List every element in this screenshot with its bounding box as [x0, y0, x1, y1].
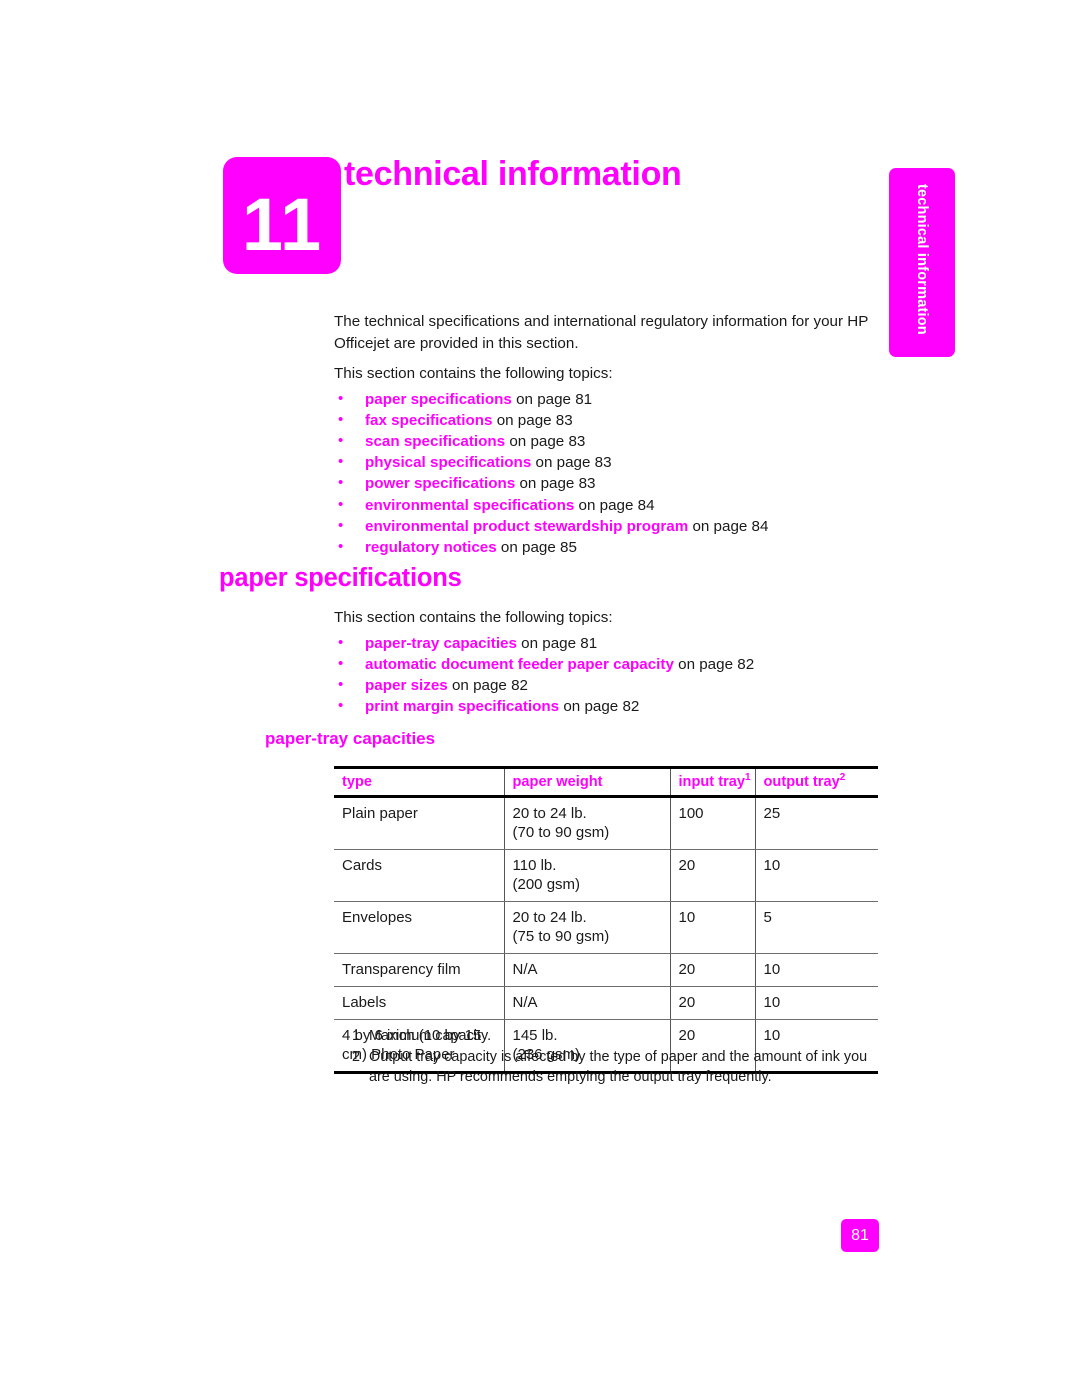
chapter-topics-lead: This section contains the following topi… — [334, 365, 613, 382]
table-row: Transparency film N/A 20 10 — [334, 953, 878, 987]
cell-input-tray: 100 — [670, 796, 756, 850]
list-item[interactable]: paper specifications on page 81 — [334, 387, 890, 410]
cell-output-tray: 10 — [755, 986, 878, 1020]
chapter-topic-page-ref: on page 84 — [688, 517, 769, 535]
footnote: 2 Output tray capacity is affected by the… — [352, 1047, 882, 1087]
section-topic-page-ref: on page 82 — [447, 676, 528, 694]
table-footnotes: 1 Maximum capacity. 2 Output tray capacity … — [352, 1026, 882, 1088]
chapter-topic-page-ref: on page 83 — [515, 475, 596, 493]
cell-type: Transparency film — [334, 953, 505, 987]
footnote-number: 2 — [352, 1049, 361, 1065]
chapter-intro: The technical specifications and interna… — [334, 311, 890, 558]
chapter-topic-link[interactable]: physical specifications — [365, 454, 531, 471]
cell-output-tray: 25 — [755, 796, 878, 850]
chapter-topic-page-ref: on page 83 — [505, 432, 586, 450]
footnote-number: 1 — [352, 1028, 361, 1044]
page-number-label: 81 — [851, 1226, 869, 1244]
footnote-text: Maximum capacity. — [369, 1028, 492, 1044]
cell-type: Cards — [334, 849, 505, 902]
section-intro: This section contains the following topi… — [334, 607, 890, 717]
cell-output-tray: 10 — [755, 953, 878, 987]
chapter-topic-link[interactable]: fax specifications — [365, 412, 492, 429]
chapter-topic-link[interactable]: power specifications — [365, 475, 515, 492]
cell-input-tray: 20 — [670, 953, 756, 987]
chapter-topic-page-ref: on page 81 — [511, 390, 593, 408]
table-row: Plain paper 20 to 24 lb. (70 to 90 gsm) 10… — [334, 796, 878, 850]
list-item[interactable]: paper sizes on page 82 — [334, 674, 890, 696]
list-item[interactable]: environmental specifications on page 84 — [334, 494, 890, 516]
chapter-topic-link[interactable]: regulatory notices — [365, 539, 497, 556]
section-topic-link[interactable]: print margin specifications — [365, 698, 559, 715]
cell-output-tray: 10 — [755, 849, 878, 902]
chapter-number: 11 — [241, 182, 323, 266]
footnote-text: Output tray capacity is affected by the … — [369, 1049, 868, 1085]
cell-paper-weight: N/A — [504, 986, 671, 1020]
table-header-row: type paper weight input tray1 output tray2 — [334, 766, 878, 798]
cell-paper-weight: 110 lb. (200 gsm) — [504, 849, 671, 902]
side-tab: technical information — [889, 168, 955, 357]
side-tab-label: technical information — [914, 184, 930, 335]
table-row: Envelopes 20 to 24 lb. (75 to 90 gsm) 10 5 — [334, 901, 878, 954]
section-topic-list: paper-tray capacities on page 81automati… — [334, 631, 890, 718]
intro-paragraph: The technical specifications and interna… — [334, 313, 869, 352]
chapter-topic-page-ref: on page 83 — [492, 411, 573, 429]
cell-type: Plain paper — [334, 796, 505, 850]
chapter-topic-page-ref: on page 84 — [574, 496, 655, 514]
list-item[interactable]: scan specifications on page 83 — [334, 430, 890, 452]
footnote: 1 Maximum capacity. — [352, 1026, 882, 1046]
table-column-header: input tray1 — [670, 766, 756, 798]
table-column-header: output tray2 — [755, 766, 878, 798]
chapter-topic-link[interactable]: paper specifications — [365, 391, 512, 408]
list-item[interactable]: physical specifications on page 83 — [334, 451, 890, 473]
cell-input-tray: 10 — [670, 901, 756, 954]
footnote-marker: 2 — [839, 772, 846, 784]
list-item[interactable]: regulatory notices on page 85 — [334, 536, 890, 558]
chapter-number-badge: 11 — [223, 157, 341, 274]
chapter-topic-link[interactable]: environmental specifications — [365, 497, 574, 514]
cell-input-tray: 20 — [670, 986, 756, 1020]
list-item[interactable]: power specifications on page 83 — [334, 472, 890, 494]
section-topic-link[interactable]: paper sizes — [365, 677, 448, 694]
list-item[interactable]: paper-tray capacities on page 81 — [334, 631, 890, 654]
section-topic-page-ref: on page 82 — [673, 655, 755, 673]
chapter-topic-link[interactable]: environmental product stewardship progra… — [365, 518, 688, 535]
section-topic-link[interactable]: paper-tray capacities — [365, 635, 517, 652]
list-item[interactable]: fax specifications on page 83 — [334, 409, 890, 431]
sub-heading-paper-tray-capacities: paper-tray capacities — [265, 729, 436, 748]
cell-paper-weight: 20 to 24 lb. (70 to 90 gsm) — [504, 796, 671, 850]
section-topics-lead: This section contains the following topi… — [334, 609, 613, 626]
page-title: technical information — [344, 155, 682, 193]
page-number-badge: 81 — [841, 1219, 879, 1252]
table-header: type paper weight input tray1 output tray2 — [334, 766, 878, 798]
section-topic-link[interactable]: automatic document feeder paper capacity — [365, 656, 674, 673]
chapter-topic-page-ref: on page 85 — [496, 538, 577, 556]
chapter-topic-page-ref: on page 83 — [531, 454, 612, 472]
cell-paper-weight: 20 to 24 lb. (75 to 90 gsm) — [504, 901, 671, 954]
chapter-topic-link[interactable]: scan specifications — [365, 433, 505, 450]
cell-input-tray: 20 — [670, 849, 756, 902]
table-row: Labels N/A 20 10 — [334, 986, 878, 1020]
table-row: Cards 110 lb. (200 gsm) 20 10 — [334, 849, 878, 902]
chapter-topic-list: paper specifications on page 81fax speci… — [334, 387, 890, 559]
list-item[interactable]: automatic document feeder paper capacity… — [334, 653, 890, 675]
cell-paper-weight: N/A — [504, 953, 671, 987]
list-item[interactable]: environmental product stewardship progra… — [334, 515, 890, 537]
cell-type: Envelopes — [334, 901, 505, 954]
cell-type: Labels — [334, 986, 505, 1020]
table-column-header: type — [334, 766, 505, 798]
list-item[interactable]: print margin specifications on page 82 — [334, 695, 890, 717]
footnote-marker: 1 — [744, 772, 751, 784]
section-topic-page-ref: on page 82 — [559, 698, 640, 716]
table-column-header: paper weight — [504, 766, 671, 798]
section-heading: paper specifications — [219, 564, 462, 592]
cell-output-tray: 5 — [755, 901, 878, 954]
section-topic-page-ref: on page 81 — [516, 634, 598, 652]
